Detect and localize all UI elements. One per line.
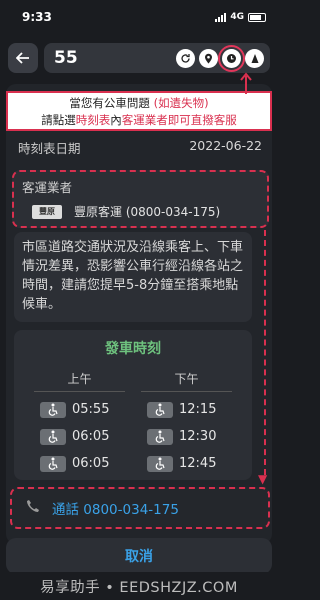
status-indicators: 4G [215, 12, 266, 22]
traffic-cone-icon [251, 53, 258, 63]
pm-column-header: 下午 [141, 370, 232, 392]
schedule-notice: 市區道路交通狀況及沿線乘客上、下車情況差異，恐影響公車行經沿線各站之時間，建請您… [14, 232, 252, 322]
battery-icon [248, 12, 266, 22]
wheelchair-icon [40, 401, 66, 418]
schedule-row: 06:05 12:45 [26, 450, 240, 477]
call-label: 通話 0800-034-175 [52, 502, 179, 518]
cancel-button[interactable]: 取消 [6, 538, 272, 574]
am-departure: 06:05 [26, 428, 133, 445]
operator-name: 豐原客運 (0800-034-175) [74, 205, 221, 219]
guide-dashed-line [264, 230, 266, 475]
operator-row[interactable]: 豐原 豐原客運 (0800-034-175) [32, 203, 220, 220]
wheelchair-icon [147, 401, 173, 418]
wheelchair-icon [40, 455, 66, 472]
route-number: 55 [54, 48, 78, 68]
map-pin-icon [205, 53, 212, 63]
callout-pointer-icon [240, 72, 252, 94]
call-operator-button[interactable]: 通話 0800-034-175 [10, 487, 270, 529]
am-departure: 05:55 [26, 401, 133, 418]
schedule-rows: 05:55 12:15 06:05 12:30 06:05 12:45 [26, 396, 240, 477]
bus-operator-section[interactable]: 客運業者 豐原 豐原客運 (0800-034-175) [12, 170, 269, 228]
schedule-header: 上午 下午 [26, 370, 240, 392]
timetable-date-label: 時刻表日期 [18, 141, 81, 156]
schedule-row: 06:05 12:30 [26, 423, 240, 450]
departure-title: 發車時刻 [105, 341, 161, 357]
pm-departure: 12:15 [133, 401, 240, 418]
refresh-button[interactable] [176, 48, 195, 68]
signal-icon [215, 12, 227, 22]
status-bar: 9:33 4G [0, 0, 278, 34]
instruction-callout: 當您有公車問題 (如遺失物) 請點選時刻表內客運業者即可直撥客服 [6, 91, 272, 131]
route-header: 55 [0, 38, 278, 78]
schedule-row: 05:55 12:15 [26, 396, 240, 423]
callout-line-1: 當您有公車問題 (如遺失物) [69, 96, 209, 110]
pm-departure: 12:45 [133, 455, 240, 472]
pm-departure: 12:30 [133, 428, 240, 445]
timetable-date-row: 時刻表日期 2022-06-22 [18, 138, 262, 157]
watermark: 易享助手 • EEDSHZJZ.COM [0, 572, 278, 600]
back-button[interactable] [8, 43, 38, 73]
route-search-field[interactable]: 55 [44, 43, 270, 73]
arrow-down-icon: ▼ [258, 472, 268, 486]
departure-schedule: 發車時刻 上午 下午 05:55 12:15 06:05 12:30 06:05… [14, 330, 252, 480]
timetable-date-value: 2022-06-22 [189, 138, 262, 153]
network-label: 4G [230, 12, 244, 22]
status-time: 9:33 [22, 10, 52, 24]
wheelchair-icon [147, 455, 173, 472]
arrow-left-icon [16, 52, 29, 64]
am-column-header: 上午 [34, 370, 125, 392]
phone-icon [26, 499, 40, 517]
timetable-button[interactable] [218, 44, 245, 72]
wheelchair-icon [147, 428, 173, 445]
refresh-icon [181, 53, 190, 63]
callout-line-2: 請點選時刻表內客運業者即可直撥客服 [41, 113, 237, 127]
am-departure: 06:05 [26, 455, 133, 472]
map-pin-button[interactable] [199, 48, 218, 68]
operator-logo: 豐原 [32, 204, 62, 219]
operator-label: 客運業者 [22, 180, 73, 195]
warning-button[interactable] [245, 48, 264, 68]
clock-icon [227, 53, 236, 63]
wheelchair-icon [40, 428, 66, 445]
